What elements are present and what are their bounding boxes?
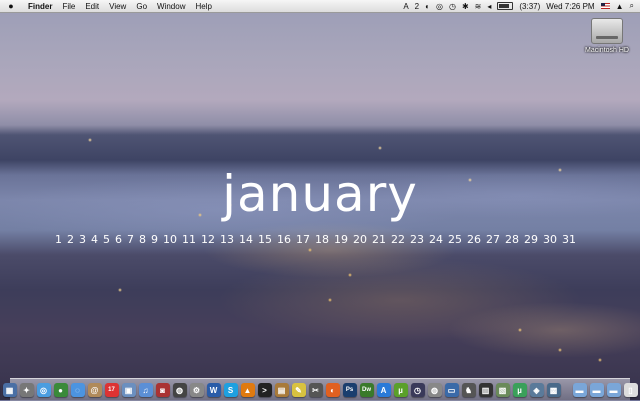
calendar-month: january [222, 165, 418, 223]
menu-view[interactable]: View [109, 2, 126, 11]
calendar-day: 31 [562, 233, 576, 246]
calendar-day: 6 [115, 233, 122, 246]
calendar-day: 29 [524, 233, 538, 246]
calendar-day: 7 [127, 233, 134, 246]
calendar-day: 18 [315, 233, 329, 246]
app-store-icon[interactable]: A [376, 383, 391, 397]
calendar-icon[interactable]: 17 [104, 383, 119, 397]
mission-control-icon[interactable]: ▦ [2, 383, 17, 397]
clock[interactable]: Wed 7:26 PM [546, 2, 594, 11]
chess-icon[interactable]: ♞ [461, 383, 476, 397]
skype-status-icon[interactable]: ◎ [436, 2, 443, 11]
input-source-flag-icon[interactable] [600, 3, 610, 9]
menu-file[interactable]: File [62, 2, 75, 11]
calendar-day: 16 [277, 233, 291, 246]
menu-finder[interactable]: Finder [28, 2, 52, 11]
battery-time[interactable]: (3:37) [519, 2, 540, 11]
address-book-icon[interactable]: @ [87, 383, 102, 397]
macintosh-hd-desktop-icon[interactable]: Macintosh HD [584, 18, 630, 54]
sync-icon[interactable]: ◐ [425, 2, 430, 11]
calendar-days: 1 2 3 4 5 6 7 8 9 10 11 12 13 14 15 16 17 18 19 20 21 22 23 24 2… [55, 233, 576, 246]
apple-menu-icon[interactable]: ● [6, 1, 16, 11]
calendar-day: 13 [220, 233, 234, 246]
downloads-folder-icon[interactable]: ▬ [606, 383, 621, 397]
calendar-day: 15 [258, 233, 272, 246]
menu-go[interactable]: Go [136, 2, 147, 11]
dock: ☺◉▦✦◎●◌@17▣♫◙◍⚙WS▲>▤✎✂◐PsDwAµ◷◍▭♞▥▧µ◈▩▬▬… [2, 378, 638, 401]
terminal-icon[interactable]: > [257, 383, 272, 397]
disk-utility-icon[interactable]: ◍ [427, 383, 442, 397]
word-icon[interactable]: W [206, 383, 221, 397]
photo-icon[interactable]: ▧ [495, 383, 510, 397]
menu-edit[interactable]: Edit [85, 2, 99, 11]
menu-bar: ● Finder File Edit View Go Window Help A… [0, 0, 640, 13]
battery-icon[interactable] [497, 2, 514, 10]
calendar-day: 22 [391, 233, 405, 246]
utorrent-icon[interactable]: µ [393, 383, 408, 397]
activity-monitor-icon[interactable]: ▥ [478, 383, 493, 397]
keynote-icon[interactable]: ▭ [444, 383, 459, 397]
archive-icon[interactable]: ▤ [274, 383, 289, 397]
time-machine-status-icon[interactable]: ◷ [449, 2, 456, 11]
vlc-icon[interactable]: ▲ [240, 383, 255, 397]
photo-booth-icon[interactable]: ◙ [155, 383, 170, 397]
menu-window[interactable]: Window [157, 2, 185, 11]
calendar-day: 30 [543, 233, 557, 246]
calendar-day: 2 [67, 233, 74, 246]
calendar-day: 8 [139, 233, 146, 246]
calendar-day: 10 [163, 233, 177, 246]
skype-icon[interactable]: S [223, 383, 238, 397]
utorrent2-icon[interactable]: µ [512, 383, 527, 397]
calendar-day: 21 [372, 233, 386, 246]
calendar-day: 1 [55, 233, 62, 246]
utility-icon[interactable]: ✂ [308, 383, 323, 397]
menu-help[interactable]: Help [195, 2, 211, 11]
ichat-icon[interactable]: ◌ [70, 383, 85, 397]
firefox-icon[interactable]: ◐ [325, 383, 340, 397]
time-machine-icon[interactable]: ◷ [410, 383, 425, 397]
calendar-day: 3 [79, 233, 86, 246]
calendar-day: 17 [296, 233, 310, 246]
applications-folder-icon[interactable]: ▬ [572, 383, 587, 397]
document-icon[interactable]: ▯ [623, 383, 638, 397]
launchpad-icon[interactable]: ✦ [19, 383, 34, 397]
preview-icon[interactable]: ▣ [121, 383, 136, 397]
game-center-icon[interactable]: ● [53, 383, 68, 397]
safari-icon[interactable]: ◎ [36, 383, 51, 397]
calendar-day: 11 [182, 233, 196, 246]
dreamweaver-icon[interactable]: Dw [359, 383, 374, 397]
stickies-icon[interactable]: ✎ [291, 383, 306, 397]
network-icon[interactable]: ▩ [546, 383, 561, 397]
aperture-icon[interactable]: ◍ [172, 383, 187, 397]
hard-drive-label: Macintosh HD [585, 47, 629, 54]
photoshop-icon[interactable]: Ps [342, 383, 357, 397]
badge-count[interactable]: 2 [415, 2, 419, 11]
calendar-day: 5 [103, 233, 110, 246]
preferences-icon[interactable]: ⚙ [189, 383, 204, 397]
user-icon[interactable]: ▲ [616, 2, 624, 11]
calendar-day: 28 [505, 233, 519, 246]
calendar-day: 24 [429, 233, 443, 246]
calendar-day: 12 [201, 233, 215, 246]
wifi-icon[interactable]: ≋ [475, 2, 482, 11]
spotlight-search-icon[interactable]: ⌕ [630, 1, 634, 11]
bluetooth-icon[interactable]: ✱ [462, 2, 469, 11]
adobe-menu-icon[interactable]: A [403, 2, 408, 11]
maps-icon[interactable]: ◈ [529, 383, 544, 397]
calendar-day: 19 [334, 233, 348, 246]
hard-drive-icon [591, 18, 623, 44]
calendar-day: 27 [486, 233, 500, 246]
calendar-day: 14 [239, 233, 253, 246]
documents-folder-icon[interactable]: ▬ [589, 383, 604, 397]
calendar-day: 4 [91, 233, 98, 246]
calendar-day: 20 [353, 233, 367, 246]
calendar-day: 26 [467, 233, 481, 246]
volume-icon[interactable]: ◂ [487, 2, 491, 11]
itunes-icon[interactable]: ♫ [138, 383, 153, 397]
calendar-day: 23 [410, 233, 424, 246]
status-area: A 2 ◐ ◎ ◷ ✱ ≋ ◂ (3:37) Wed 7:26 PM ▲ ⌕ [403, 1, 634, 11]
calendar-day: 25 [448, 233, 462, 246]
calendar-day: 9 [151, 233, 158, 246]
